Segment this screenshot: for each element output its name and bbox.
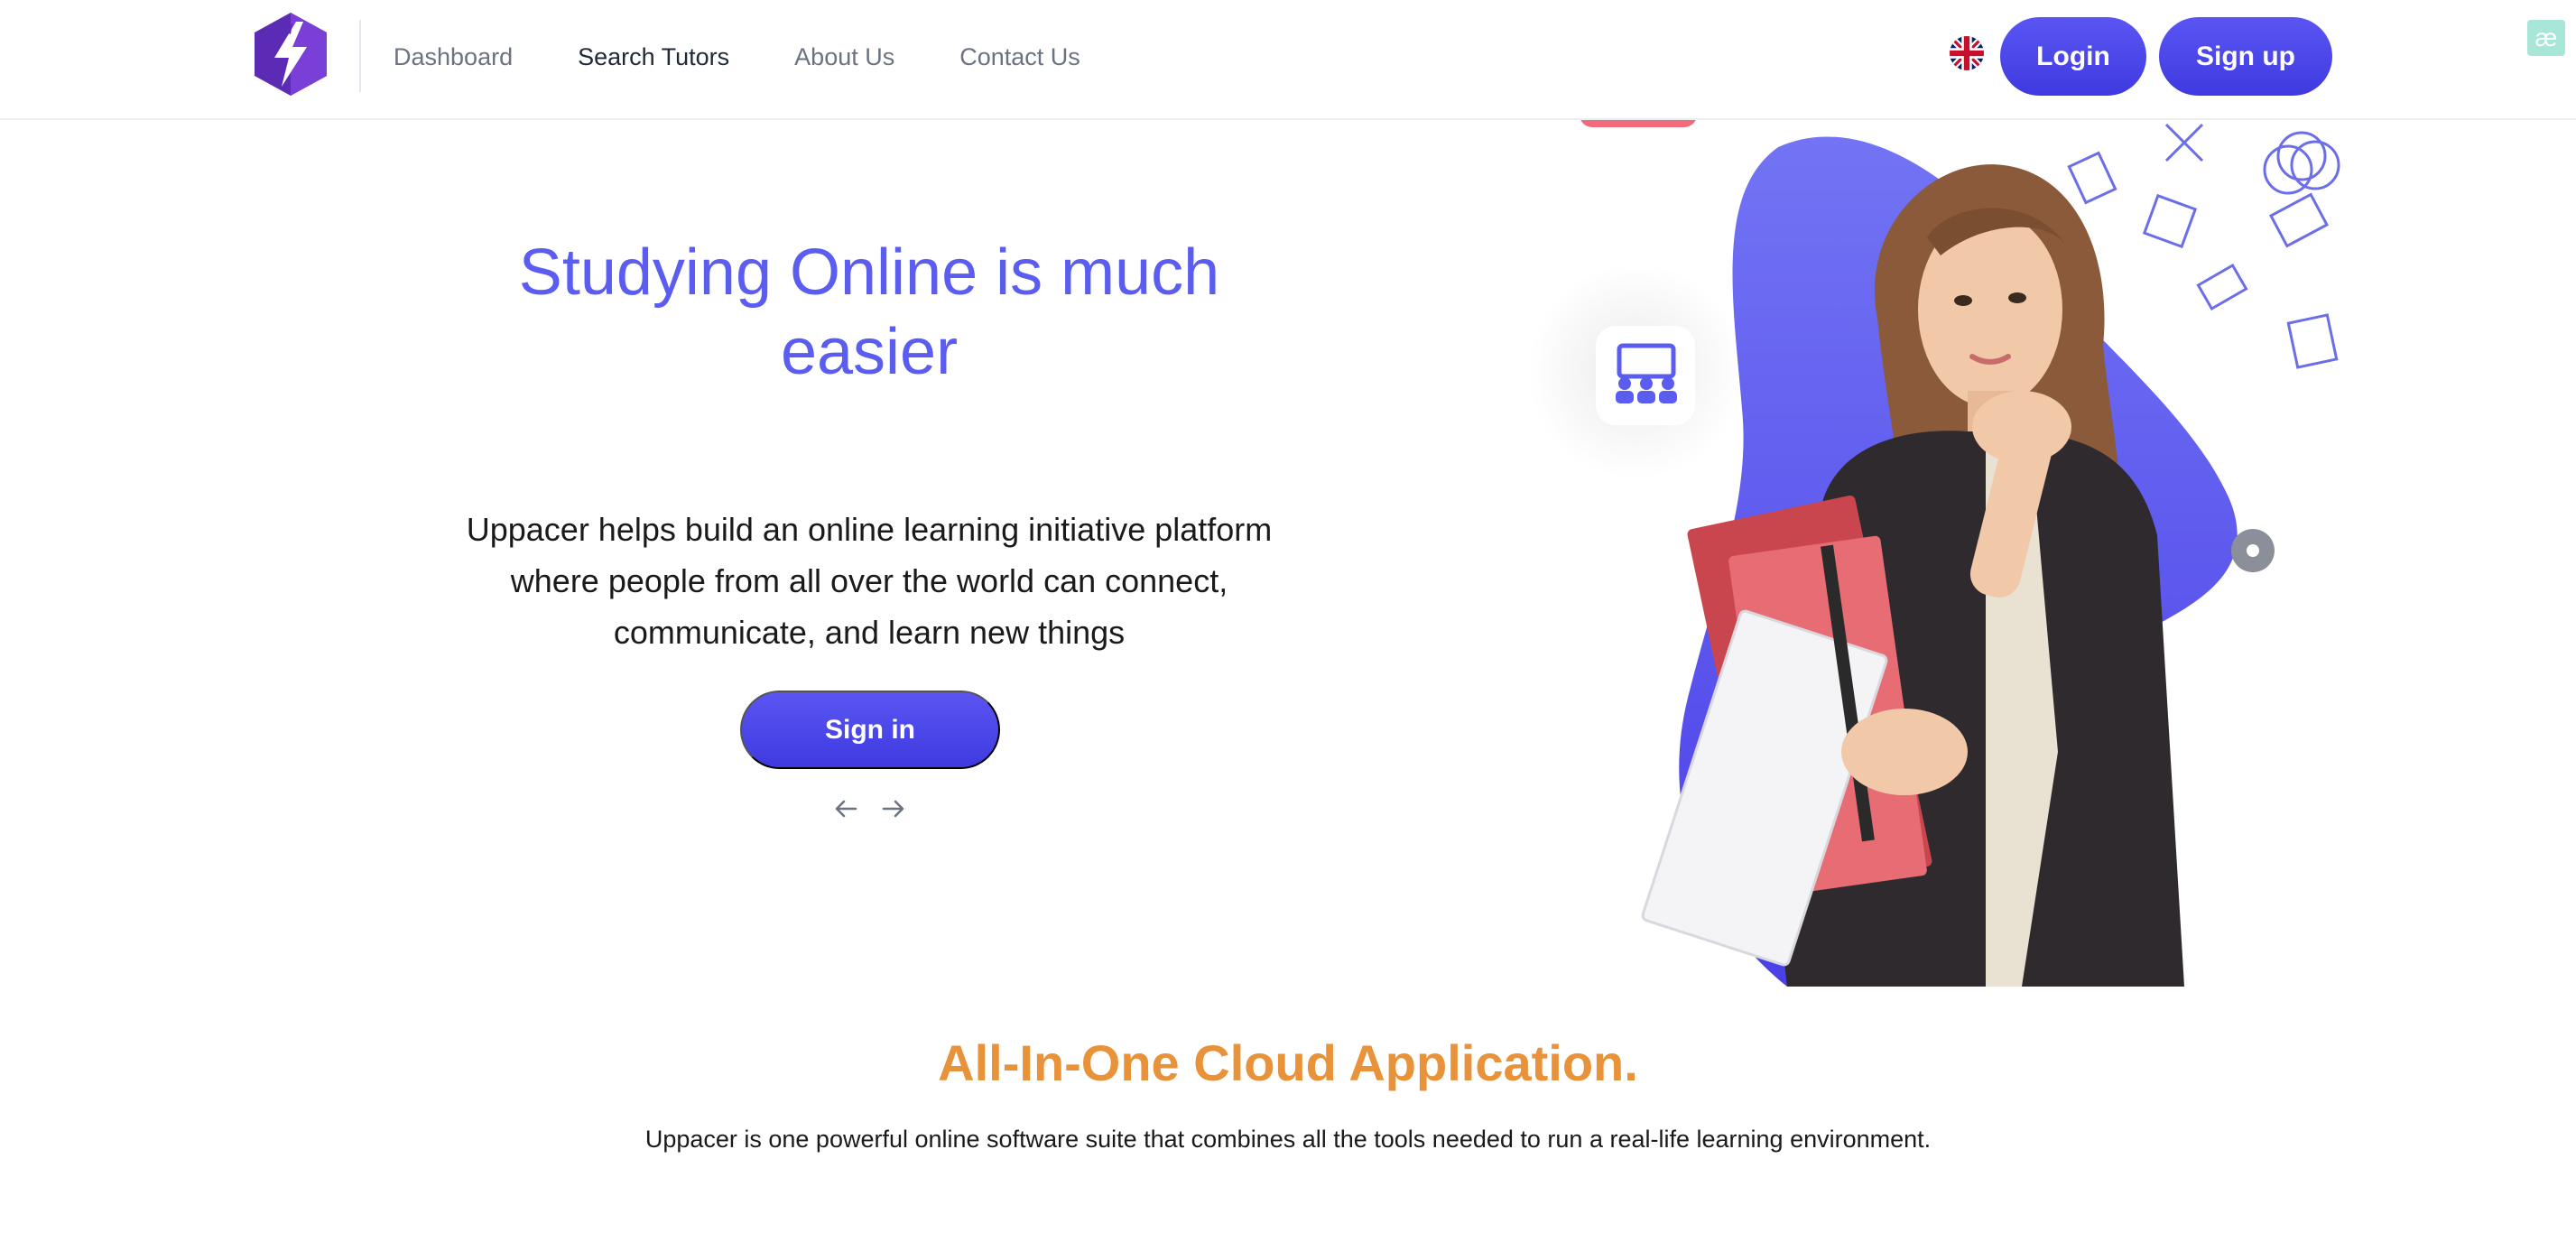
nav-dashboard[interactable]: Dashboard <box>394 43 513 71</box>
hero-description: Uppacer helps build an online learning i… <box>466 511 1273 651</box>
signup-button[interactable]: Sign up <box>2159 17 2332 96</box>
arrow-right-icon[interactable] <box>876 792 912 825</box>
site-header: Dashboard Search Tutors About Us Contact… <box>0 0 2576 120</box>
nav-search-tutors[interactable]: Search Tutors <box>578 43 729 71</box>
signin-button[interactable]: Sign in <box>740 691 1000 769</box>
logo-icon[interactable] <box>251 11 330 97</box>
main-nav: Dashboard Search Tutors About Us Contact… <box>394 0 1080 114</box>
header-divider <box>359 20 361 92</box>
pink-tab-shape <box>1580 102 1697 127</box>
section-description: Uppacer is one powerful online software … <box>644 1126 1932 1153</box>
doodle-icons <box>2067 123 2340 369</box>
student-photo <box>1641 164 2184 987</box>
language-badge[interactable]: æ <box>2527 20 2565 56</box>
hero-title: Studying Online is much easier <box>518 236 1220 388</box>
section-title: All-In-One Cloud Application. <box>938 1034 1638 1091</box>
uk-flag-icon[interactable] <box>1950 36 1984 70</box>
hero-illustration <box>1480 102 2383 987</box>
nav-about-us[interactable]: About Us <box>794 43 894 71</box>
nav-contact-us[interactable]: Contact Us <box>959 43 1080 71</box>
arrow-left-icon[interactable] <box>828 792 864 825</box>
login-button[interactable]: Login <box>2000 17 2146 96</box>
